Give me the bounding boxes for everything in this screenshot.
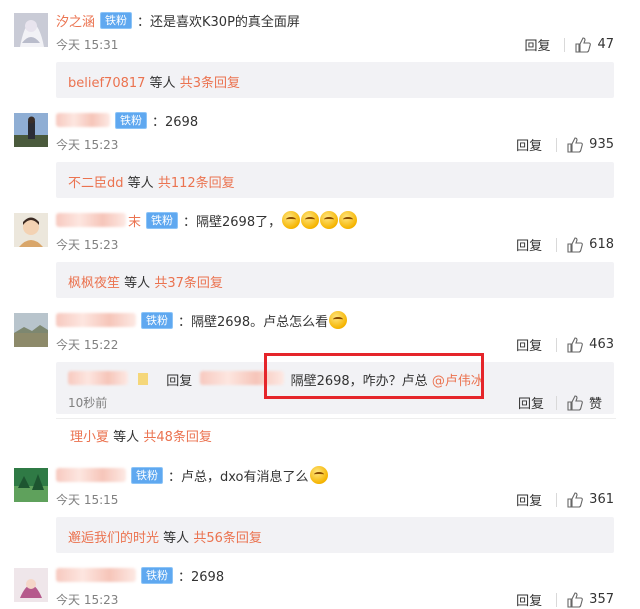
divider [556,137,558,152]
fan-badge: 铁粉 [141,566,173,584]
divider [56,418,616,419]
fan-badge: 铁粉 [141,311,173,329]
username[interactable]: 汐之涵 [56,11,95,30]
sub-replies-summary[interactable]: belief70817 等人 共3条回复 [56,62,614,98]
sub-reply-count[interactable]: 共48条回复 [143,430,212,445]
comment-time: 今天 15:23 [56,593,119,607]
reply-button[interactable]: 回复 [516,335,542,354]
divider [556,337,558,352]
comment-text: ：卢总，dxo有消息了么 [168,469,309,485]
face-emoji-icon [329,311,348,329]
like-count: 463 [589,337,614,352]
sub-reply-user[interactable]: belief70817 [68,76,145,91]
comment-time: 今天 15:23 [56,138,119,152]
username-suffix[interactable]: 末 [128,211,141,230]
sub-reply-count[interactable]: 共56条回复 [193,531,262,546]
comment-text: ：还是喜欢K30P的真全面屏 [137,14,300,30]
comment-text: ：2698 [152,114,199,130]
highlight-box [264,353,484,399]
avatar[interactable] [14,468,48,502]
username-blurred[interactable] [56,468,126,482]
thumbs-up-icon[interactable] [567,394,583,411]
reply-button[interactable]: 回复 [516,235,542,254]
fan-badge: 铁粉 [131,466,163,484]
thumbs-up-icon[interactable] [567,491,584,508]
fan-badge: 铁粉 [100,11,133,29]
reply-prefix: 回复 [166,374,193,389]
comment-time: 今天 15:22 [56,338,119,352]
sub-replies-summary[interactable]: 邂逅我们的时光 等人 共56条回复 [56,517,614,553]
username-blurred[interactable] [56,568,136,582]
like-count: 618 [589,237,614,252]
like-count: 935 [589,137,614,152]
sub-reply-etc: 等人 [163,531,190,546]
divider [555,395,557,410]
sub-reply-user[interactable]: 理小夏 [70,430,109,445]
sub-reply-count[interactable]: 共3条回复 [180,76,240,91]
fan-badge: 铁粉 [115,111,147,129]
nested-reply-time: 10秒前 [68,396,108,410]
username-blurred[interactable] [56,113,110,127]
like-count: 361 [589,492,614,507]
emoji-icon [138,373,149,385]
comment-text: ：隔壁2698了， [183,214,282,230]
divider [556,592,558,607]
face-emoji-icon [309,466,328,484]
reply-button[interactable]: 回复 [516,135,542,154]
divider [556,237,558,252]
divider [556,492,558,507]
comment-text: ：2698 [178,569,225,585]
avatar[interactable] [14,568,48,602]
thumbs-up-icon[interactable] [567,136,584,153]
thumbs-up-icon[interactable] [575,36,592,53]
comment-time: 今天 15:31 [56,38,119,52]
reply-button[interactable]: 回复 [516,590,542,609]
thumbs-up-icon[interactable] [567,591,584,608]
reply-button[interactable]: 回复 [524,35,550,54]
thumbs-up-icon[interactable] [567,236,584,253]
sub-reply-etc: 等人 [124,276,151,291]
username-blurred[interactable] [68,371,128,385]
sub-reply-user[interactable]: 邂逅我们的时光 [68,531,159,546]
reply-button[interactable]: 回复 [518,393,544,412]
sub-replies-summary[interactable]: 枫枫夜笙 等人 共37条回复 [56,262,614,298]
avatar[interactable] [14,13,48,47]
sub-reply-count[interactable]: 共112条回复 [158,176,235,191]
comment-text: ：隔壁2698。卢总怎么看 [178,314,329,330]
sub-reply-etc: 等人 [113,430,140,445]
sub-replies-summary[interactable]: 理小夏 等人 共48条回复 [70,426,212,445]
avatar[interactable] [14,313,48,347]
fan-badge: 铁粉 [146,211,179,229]
like-count: 357 [589,592,614,607]
like-count: 47 [597,37,614,52]
face-emoji-icon [282,211,301,229]
sub-reply-etc: 等人 [149,76,176,91]
sub-reply-user[interactable]: 枫枫夜笙 [68,276,120,291]
sub-reply-user[interactable]: 不二臣dd [68,176,124,191]
username-blurred[interactable] [56,213,126,227]
avatar[interactable] [14,213,48,247]
sub-replies-summary[interactable]: 不二臣dd 等人 共112条回复 [56,162,614,198]
sub-reply-etc: 等人 [127,176,154,191]
sub-reply-count[interactable]: 共37条回复 [154,276,223,291]
thumbs-up-icon[interactable] [567,336,584,353]
face-emoji-icon [339,211,358,229]
avatar[interactable] [14,113,48,147]
face-emoji-icon [320,211,339,229]
face-emoji-icon [301,211,320,229]
divider [564,37,566,52]
username-blurred[interactable] [56,313,136,327]
reply-button[interactable]: 回复 [516,490,542,509]
comment-time: 今天 15:23 [56,238,119,252]
like-button-label[interactable]: 赞 [589,393,602,412]
comment-time: 今天 15:15 [56,493,119,507]
